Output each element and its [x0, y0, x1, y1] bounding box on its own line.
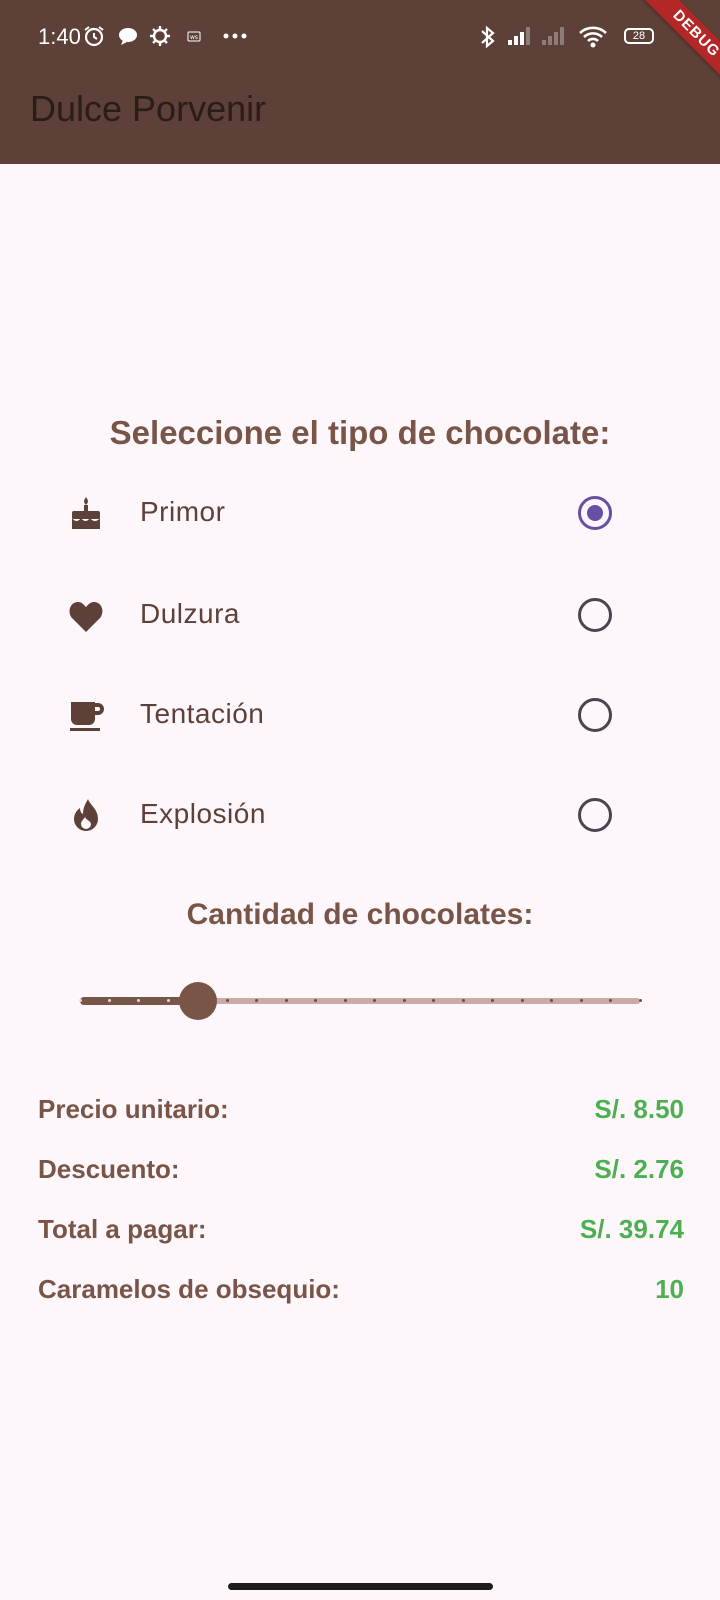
chocolate-type-title: Seleccione el tipo de chocolate:: [109, 414, 611, 451]
wifi-icon: [578, 24, 608, 55]
unit-price-value: S/. 8.50: [594, 1094, 684, 1124]
radio-dulzura[interactable]: [578, 598, 612, 632]
radio-primor[interactable]: [578, 496, 612, 530]
status-time: 1:40: [38, 24, 81, 49]
radio-explosion[interactable]: [578, 798, 612, 832]
slider-tick: [461, 999, 465, 1002]
discount-label: Descuento:: [38, 1154, 180, 1184]
slider-thumb[interactable]: [178, 982, 217, 1020]
summary-row-unit-price: Precio unitario: S/. 8.50: [38, 1094, 684, 1134]
option-label: Primor: [140, 496, 226, 527]
signal-weak-icon: [540, 24, 568, 53]
app-notification-icon: ws: [186, 24, 202, 53]
candies-label: Caramelos de obsequio:: [38, 1274, 340, 1304]
slider-tick: [78, 999, 82, 1002]
slider-tick: [343, 999, 347, 1002]
coffee-cup-icon: [66, 696, 106, 736]
quantity-slider[interactable]: [78, 980, 642, 1024]
discount-value: S/. 2.76: [594, 1154, 684, 1184]
slider-tick: [107, 999, 111, 1002]
alarm-icon: [82, 24, 106, 53]
slider-tick: [284, 999, 288, 1002]
option-label: Explosión: [140, 798, 266, 829]
radio-tentacion[interactable]: [578, 698, 612, 732]
total-value: S/. 39.74: [579, 1214, 684, 1244]
app-title: Dulce Porvenir: [30, 88, 267, 129]
quantity-title: Cantidad de chocolates:: [186, 898, 534, 931]
battery-icon: 28: [624, 28, 654, 44]
slider-tick: [520, 999, 524, 1002]
status-bar: 1:40 ws 28: [0, 0, 720, 78]
slider-tick: [638, 999, 642, 1002]
chat-icon: [116, 24, 140, 53]
gesture-nav-handle[interactable]: [228, 1583, 493, 1590]
slider-tick: [225, 999, 229, 1002]
slider-tick: [402, 999, 406, 1002]
slider-tick: [166, 999, 170, 1002]
option-explosion[interactable]: Explosión: [66, 784, 626, 844]
summary-row-discount: Descuento: S/. 2.76: [38, 1154, 684, 1194]
option-tentacion[interactable]: Tentación: [66, 684, 626, 744]
bluetooth-icon: [478, 24, 498, 55]
slider-tick: [609, 999, 613, 1002]
cake-icon: [66, 494, 106, 534]
signal-icon: [506, 24, 534, 53]
option-dulzura[interactable]: Dulzura: [66, 584, 626, 644]
summary-row-candies: Caramelos de obsequio: 10: [38, 1274, 684, 1314]
option-primor[interactable]: Primor: [66, 482, 626, 542]
settings-icon: [148, 24, 172, 53]
svg-text:ws: ws: [190, 34, 198, 41]
unit-price-label: Precio unitario:: [38, 1094, 229, 1124]
candies-value: 10: [655, 1274, 684, 1304]
option-label: Tentación: [140, 698, 265, 729]
heart-icon: [66, 596, 106, 636]
app-bar: 1:40 ws 28 Dulce Porvenir: [0, 0, 720, 164]
fire-icon: [66, 796, 106, 836]
summary-row-total: Total a pagar: S/. 39.74: [38, 1214, 684, 1254]
option-label: Dulzura: [140, 598, 240, 629]
slider-tick: [579, 999, 583, 1002]
total-label: Total a pagar:: [38, 1214, 207, 1244]
more-dots-icon: [222, 24, 250, 53]
